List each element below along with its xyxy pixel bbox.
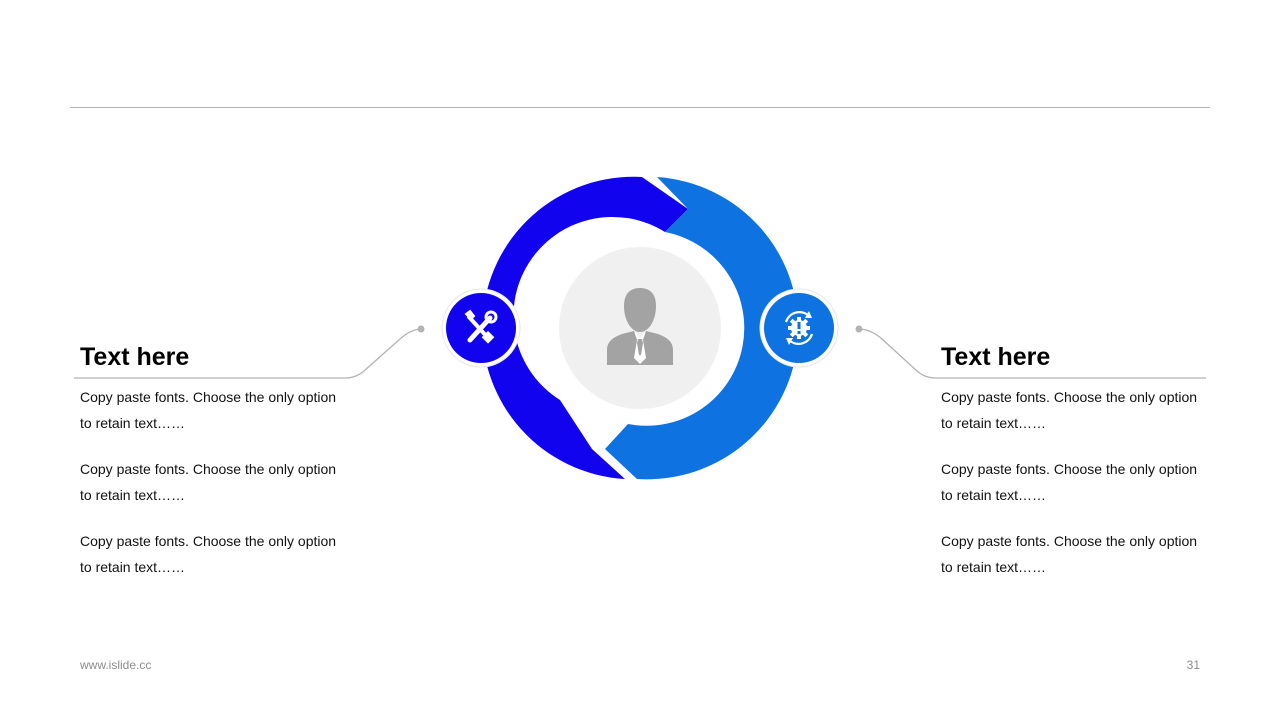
left-block-paragraph-1: Copy paste fonts. Choose the only option… <box>80 389 337 431</box>
left-node <box>441 288 521 368</box>
right-block-paragraph-1: Copy paste fonts. Choose the only option… <box>941 389 1198 431</box>
footer-url: www.islide.cc <box>80 658 152 672</box>
left-block-title: Text here <box>80 343 190 371</box>
right-text-block: Text here Copy paste fonts. Choose the o… <box>941 338 1201 580</box>
right-node <box>759 288 839 368</box>
left-block-paragraph-3: Copy paste fonts. Choose the only option… <box>80 533 337 575</box>
left-text-block: Text here Copy paste fonts. Choose the o… <box>80 338 340 580</box>
right-block-title: Text here <box>941 343 1051 371</box>
right-block-paragraph-2: Copy paste fonts. Choose the only option… <box>941 461 1198 503</box>
page-number: 31 <box>1186 658 1200 672</box>
right-block-paragraph-3: Copy paste fonts. Choose the only option… <box>941 533 1198 575</box>
left-block-paragraph-2: Copy paste fonts. Choose the only option… <box>80 461 337 503</box>
